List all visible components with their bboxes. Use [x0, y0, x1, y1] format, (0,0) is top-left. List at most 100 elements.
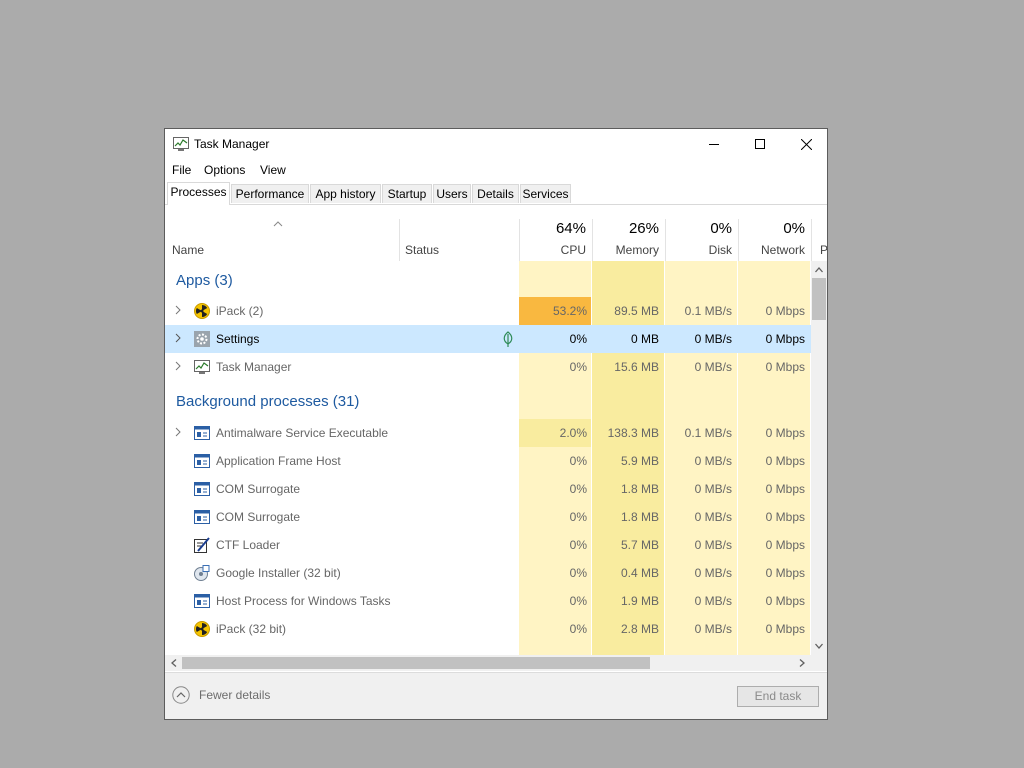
memory-value: 15.6 MB	[614, 360, 659, 374]
network-value: 0 Mbps	[765, 482, 805, 496]
menu-file[interactable]: File	[172, 163, 191, 177]
tab-processes[interactable]: Processes	[167, 182, 230, 205]
menu-view[interactable]: View	[260, 163, 286, 177]
group-background-row: Background processes (31)	[165, 381, 519, 419]
memory-value: 138.3 MB	[607, 426, 659, 440]
column-network[interactable]: Network	[739, 243, 805, 257]
group-apps-label: Apps (3)	[176, 272, 233, 289]
process-name: Settings	[216, 332, 260, 346]
table-row[interactable]: Host Process for Windows Tasks 0% 1.9 MB…	[165, 587, 811, 615]
minimize-button[interactable]	[691, 129, 737, 159]
cpu-value: 0%	[569, 538, 587, 552]
task-manager-window: Task Manager File Options View Processes…	[164, 128, 828, 720]
disk-value: 0 MB/s	[694, 622, 732, 636]
disk-value: 0 MB/s	[694, 538, 732, 552]
scroll-right-icon[interactable]	[799, 659, 805, 667]
table-row[interactable]: CTF Loader 0% 5.7 MB 0 MB/s 0 Mbps	[165, 531, 811, 559]
window-icon	[194, 426, 210, 440]
table-row[interactable]: Task Manager 0% 15.6 MB 0 MB/s 0 Mbps	[165, 353, 811, 381]
tab-app-history[interactable]: App history	[310, 184, 381, 203]
memory-value: 0 MB	[630, 332, 659, 346]
table-row[interactable]: Google Installer (32 bit) 0% 0.4 MB 0 MB…	[165, 559, 811, 587]
memory-value: 1.9 MB	[620, 594, 659, 608]
scroll-up-icon[interactable]	[815, 267, 823, 273]
window-icon	[194, 510, 210, 524]
table-row[interactable]: COM Surrogate 0% 1.8 MB 0 MB/s 0 Mbps	[165, 475, 811, 503]
cpu-value: 0%	[569, 622, 587, 636]
column-name[interactable]: Name	[172, 243, 204, 257]
table-row[interactable]: iPack (2) 53.2% 89.5 MB 0.1 MB/s 0 Mbps	[165, 297, 811, 325]
process-name: Google Installer (32 bit)	[216, 566, 341, 580]
tab-startup[interactable]: Startup	[382, 184, 432, 203]
tab-services[interactable]: Services	[520, 184, 571, 203]
column-power-partial[interactable]: P	[820, 243, 827, 257]
network-value: 0 Mbps	[765, 332, 805, 346]
disk-value: 0 MB/s	[694, 594, 732, 608]
task-manager-icon	[173, 137, 189, 151]
footer-bar: Fewer details End task	[165, 672, 827, 719]
window-title: Task Manager	[194, 137, 270, 151]
process-name: CTF Loader	[216, 538, 281, 552]
cpu-value: 0%	[569, 566, 587, 580]
table-row[interactable]: COM Surrogate 0% 1.8 MB 0 MB/s 0 Mbps	[165, 503, 811, 531]
table-row-selected[interactable]: Settings 0% 0 MB 0 MB/s 0 Mbps	[165, 325, 811, 353]
process-name: Application Frame Host	[216, 454, 341, 468]
network-value: 0 Mbps	[765, 538, 805, 552]
table-row[interactable]: iPack (32 bit) 0% 2.8 MB 0 MB/s 0 Mbps	[165, 615, 811, 643]
chevron-right-icon[interactable]	[174, 427, 182, 437]
vertical-scrollbar[interactable]	[811, 261, 827, 655]
radiation-icon	[194, 621, 210, 637]
chevron-right-icon[interactable]	[174, 305, 182, 315]
minimize-icon	[709, 144, 719, 145]
disk-value: 0 MB/s	[694, 360, 732, 374]
network-value: 0 Mbps	[765, 622, 805, 636]
disk-value: 0 MB/s	[694, 454, 732, 468]
menu-options[interactable]: Options	[204, 163, 245, 177]
pen-icon	[194, 537, 210, 553]
cpu-total: 64%	[555, 220, 586, 237]
disk-value: 0 MB/s	[694, 332, 732, 346]
scroll-left-icon[interactable]	[171, 659, 177, 667]
window-icon	[194, 482, 210, 496]
installer-icon	[194, 565, 210, 581]
table-row[interactable]: Application Frame Host 0% 5.9 MB 0 MB/s …	[165, 447, 811, 475]
chevron-right-icon[interactable]	[174, 361, 182, 371]
cpu-value: 53.2%	[552, 304, 587, 318]
network-value: 0 Mbps	[765, 594, 805, 608]
horizontal-scroll-thumb[interactable]	[182, 657, 650, 669]
tab-users[interactable]: Users	[433, 184, 471, 203]
tab-performance[interactable]: Performance	[231, 184, 309, 203]
leaf-icon	[503, 331, 513, 347]
network-total: 0%	[783, 220, 805, 237]
table-row[interactable]: Antimalware Service Executable 2.0% 138.…	[165, 419, 811, 447]
process-name: Task Manager	[216, 360, 292, 374]
chevron-up-circle-icon	[172, 686, 190, 704]
column-header-row: Name Status 64% CPU 26% Memory 0% Disk 0…	[165, 205, 827, 261]
memory-value: 0.4 MB	[620, 566, 659, 580]
vertical-scroll-thumb[interactable]	[812, 278, 826, 320]
group-apps-row: Apps (3)	[165, 261, 519, 297]
process-name: Host Process for Windows Tasks	[216, 594, 391, 608]
horizontal-scrollbar[interactable]	[165, 655, 811, 671]
column-disk[interactable]: Disk	[666, 243, 732, 257]
group-background-label: Background processes (31)	[176, 393, 360, 410]
column-status[interactable]: Status	[405, 243, 439, 257]
close-button[interactable]	[783, 129, 827, 159]
radiation-icon	[194, 303, 210, 319]
process-name: COM Surrogate	[216, 510, 301, 524]
column-cpu[interactable]: CPU	[520, 243, 586, 257]
cpu-value: 2.0%	[559, 426, 587, 440]
scroll-down-icon[interactable]	[815, 643, 823, 649]
network-value: 0 Mbps	[765, 510, 805, 524]
title-bar[interactable]: Task Manager	[165, 129, 827, 159]
disk-value: 0 MB/s	[694, 510, 732, 524]
column-memory[interactable]: Memory	[593, 243, 659, 257]
maximize-button[interactable]	[737, 129, 783, 159]
end-task-button[interactable]: End task	[737, 686, 819, 707]
maximize-icon	[755, 139, 765, 149]
chevron-right-icon[interactable]	[174, 333, 182, 343]
disk-value: 0 MB/s	[694, 482, 732, 496]
cpu-value: 0%	[569, 360, 587, 374]
tab-details[interactable]: Details	[472, 184, 519, 203]
cpu-value: 0%	[569, 332, 587, 346]
